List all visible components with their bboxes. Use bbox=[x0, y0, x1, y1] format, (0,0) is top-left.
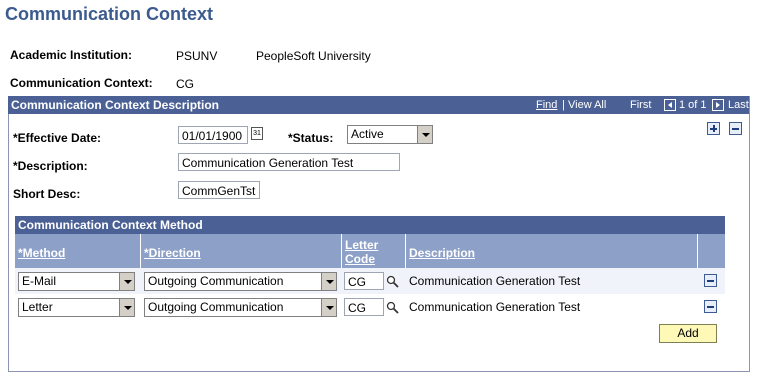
method-select[interactable]: Letter bbox=[18, 298, 135, 317]
status-label: *Status: bbox=[288, 131, 334, 145]
row-description: Communication Generation Test bbox=[409, 274, 581, 288]
find-link[interactable]: Find bbox=[536, 99, 557, 111]
method-grid-header: Communication Context Method bbox=[15, 216, 725, 234]
method-select[interactable]: E-Mail bbox=[18, 272, 135, 291]
short-desc-label: Short Desc: bbox=[13, 187, 81, 201]
col-method[interactable]: *Method bbox=[15, 234, 141, 268]
col-direction[interactable]: *Direction bbox=[141, 234, 342, 268]
direction-select[interactable]: Outgoing Communication bbox=[144, 298, 337, 317]
table-row: E-Mail Outgoing Communication CG Communi… bbox=[15, 268, 725, 294]
group-title: Communication Context Description bbox=[11, 98, 220, 112]
letter-code-input[interactable]: CG bbox=[344, 272, 384, 290]
context-label: Communication Context: bbox=[10, 76, 153, 90]
col-letter-code[interactable]: Letter Code bbox=[342, 234, 406, 268]
add-button[interactable]: Add bbox=[659, 324, 717, 343]
calendar-icon[interactable]: 31 bbox=[251, 127, 263, 140]
minus-icon[interactable] bbox=[704, 274, 717, 287]
magnifier-icon[interactable] bbox=[386, 301, 399, 314]
previous-arrow-icon[interactable] bbox=[664, 99, 676, 113]
context-value: CG bbox=[176, 77, 194, 91]
next-arrow-icon[interactable] bbox=[712, 99, 724, 113]
effective-date-label: *Effective Date: bbox=[13, 131, 102, 145]
letter-code-input[interactable]: CG bbox=[344, 298, 384, 316]
minus-icon[interactable] bbox=[704, 300, 717, 313]
minus-icon[interactable] bbox=[729, 122, 742, 135]
group-header: Communication Context Description Find |… bbox=[8, 96, 749, 114]
description-label: *Description: bbox=[13, 159, 88, 173]
col-description[interactable]: Description bbox=[406, 234, 698, 268]
col-actions bbox=[698, 234, 725, 268]
row-description: Communication Generation Test bbox=[409, 300, 581, 314]
effective-date-input[interactable]: 01/01/1900 bbox=[178, 126, 248, 144]
magnifier-icon[interactable] bbox=[386, 275, 399, 288]
first-label: First bbox=[630, 99, 652, 111]
institution-code: PSUNV bbox=[176, 49, 218, 63]
row-range: 1 of 1 bbox=[679, 99, 707, 111]
page-title: Communication Context bbox=[5, 4, 214, 24]
nav-separator: | bbox=[562, 99, 565, 111]
institution-name: PeopleSoft University bbox=[256, 49, 371, 63]
short-desc-input[interactable]: CommGenTst bbox=[178, 181, 260, 199]
table-row: Letter Outgoing Communication CG Communi… bbox=[15, 294, 725, 320]
method-grid-title: Communication Context Method bbox=[18, 218, 203, 232]
last-label: Last bbox=[728, 99, 749, 111]
view-all-link[interactable]: View All bbox=[568, 99, 606, 111]
description-input[interactable]: Communication Generation Test bbox=[178, 153, 400, 171]
institution-label: Academic Institution: bbox=[10, 48, 133, 62]
plus-icon[interactable] bbox=[707, 122, 720, 135]
direction-select[interactable]: Outgoing Communication bbox=[144, 272, 337, 291]
status-select[interactable]: Active bbox=[347, 125, 433, 144]
